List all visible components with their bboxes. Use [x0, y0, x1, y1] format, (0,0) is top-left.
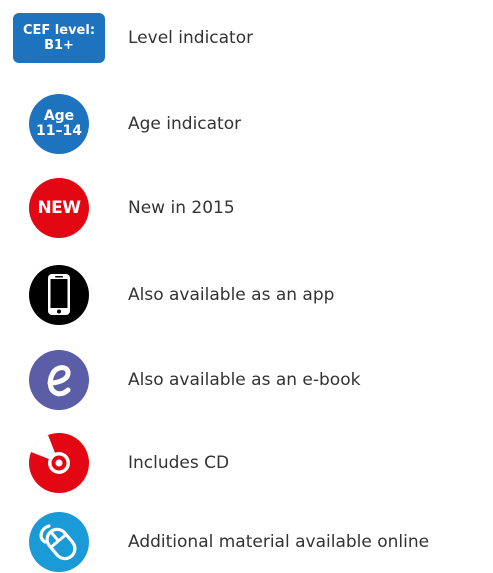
smartphone-icon-svg: [29, 265, 89, 325]
legend-label-online: Additional material available online: [128, 532, 430, 552]
legend-label-ebook: Also available as an e-book: [128, 370, 361, 390]
cef-level-badge-box: CEF level: B1+: [13, 13, 105, 63]
legend-label-age: Age indicator: [128, 114, 242, 134]
age-badge-line2: 11–14: [36, 123, 82, 139]
new-badge: NEW: [10, 178, 108, 238]
legend-label-new: New in 2015: [128, 198, 235, 218]
cd-icon: [10, 433, 108, 493]
legend-item-cd: Includes CD: [0, 433, 493, 493]
age-badge-circle: Age 11–14: [29, 94, 89, 154]
legend-item-ebook: Also available as an e-book: [0, 350, 493, 410]
smartphone-icon: [10, 265, 108, 325]
legend-item-online: Additional material available online: [0, 512, 493, 572]
legend-item-new: NEW New in 2015: [0, 178, 493, 238]
cd-icon-svg: [29, 433, 89, 493]
legend-label-app: Also available as an app: [128, 285, 335, 305]
cef-level-badge-line1: CEF level:: [22, 23, 96, 38]
age-badge-line1: Age: [43, 108, 75, 124]
mouse-online-icon-svg: [29, 512, 89, 572]
ebook-icon: [10, 350, 108, 410]
ebook-icon-svg: [29, 350, 89, 410]
legend-label-level: Level indicator: [128, 28, 254, 48]
cef-level-badge: CEF level: B1+: [10, 8, 108, 68]
legend-item-age: Age 11–14 Age indicator: [0, 94, 493, 154]
new-badge-text: NEW: [37, 198, 81, 218]
mouse-online-icon: [10, 512, 108, 572]
age-badge: Age 11–14: [10, 94, 108, 154]
legend-item-level: CEF level: B1+ Level indicator: [0, 8, 493, 68]
legend-item-app: Also available as an app: [0, 265, 493, 325]
legend-label-cd: Includes CD: [128, 453, 230, 473]
new-badge-circle: NEW: [29, 178, 89, 238]
cef-level-badge-line2: B1+: [44, 38, 74, 53]
